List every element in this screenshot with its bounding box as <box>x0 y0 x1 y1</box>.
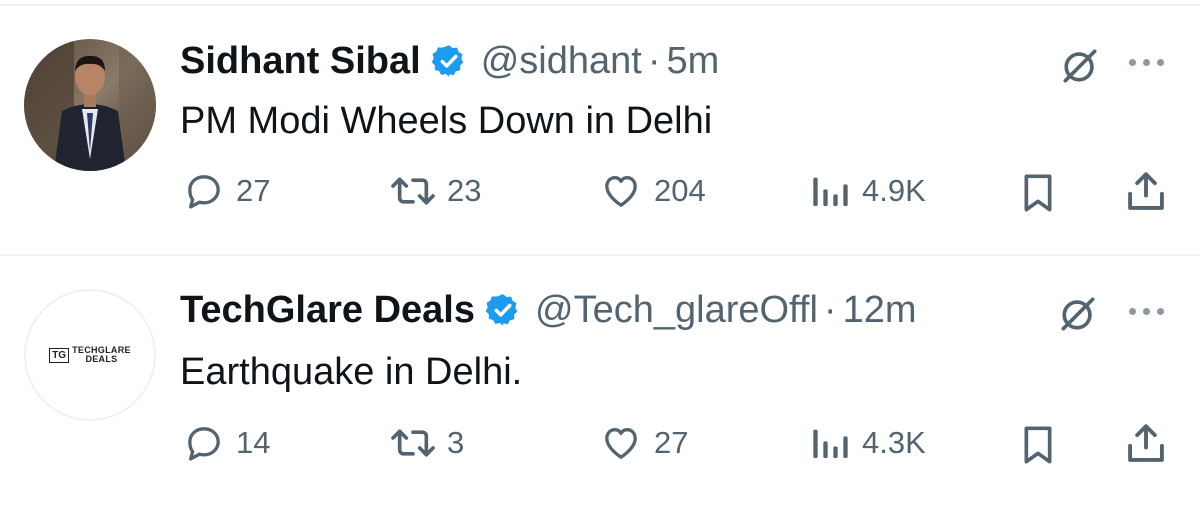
more-icon[interactable] <box>1129 308 1164 315</box>
like-button[interactable]: 204 <box>600 171 706 211</box>
author-name[interactable]: TechGlare Deals <box>180 288 475 332</box>
separator: · <box>647 40 661 82</box>
share-icon <box>1128 172 1164 210</box>
logo-text: TECHGLARE DEALS <box>72 346 131 364</box>
tweet-1[interactable]: Sidhant Sibal @sidhant · 5m PM Modi Whee… <box>0 6 1200 254</box>
tweet-2[interactable]: TG TECHGLARE DEALS TechGlare Deals @Tech… <box>0 256 1200 525</box>
verified-badge-icon[interactable] <box>431 43 467 79</box>
reply-icon <box>188 427 220 461</box>
tweet-header: TechGlare Deals @Tech_glareOffl · 12m <box>180 288 917 332</box>
tweet-header: Sidhant Sibal @sidhant · 5m <box>180 39 719 83</box>
separator: · <box>823 289 837 331</box>
like-button[interactable]: 27 <box>600 423 688 463</box>
repost-count: 3 <box>447 425 465 460</box>
views-count: 4.3K <box>862 425 926 460</box>
avatar[interactable] <box>24 39 156 171</box>
author-handle[interactable]: @sidhant <box>481 39 642 83</box>
avatar[interactable]: TG TECHGLARE DEALS <box>24 289 156 421</box>
views-icon <box>813 177 848 206</box>
bookmark-icon <box>1024 174 1052 212</box>
reply-button[interactable]: 27 <box>184 171 270 211</box>
repost-button[interactable]: 23 <box>385 171 481 211</box>
views-icon <box>813 429 848 458</box>
repost-count: 23 <box>447 173 482 208</box>
grok-icon[interactable] <box>1058 44 1102 93</box>
like-icon <box>605 428 637 459</box>
logo-mark: TG <box>49 347 70 363</box>
timestamp[interactable]: 12m <box>843 288 917 332</box>
more-icon[interactable] <box>1129 59 1164 66</box>
bookmark-button[interactable] <box>1018 423 1058 467</box>
like-count: 27 <box>654 425 689 460</box>
grok-icon[interactable] <box>1056 292 1100 341</box>
like-count: 204 <box>654 173 706 208</box>
bookmark-button[interactable] <box>1018 171 1058 215</box>
reply-icon <box>188 175 220 209</box>
author-handle[interactable]: @Tech_glareOffl <box>535 288 818 332</box>
views-count: 4.9K <box>862 173 926 208</box>
reply-count: 27 <box>236 173 271 208</box>
reply-button[interactable]: 14 <box>184 423 270 463</box>
logo-text-line-2: DEALS <box>85 354 118 364</box>
verified-badge-icon[interactable] <box>485 292 521 328</box>
bookmark-icon <box>1024 426 1052 464</box>
repost-button[interactable]: 3 <box>385 423 464 463</box>
tweet-text: PM Modi Wheels Down in Delhi <box>180 100 713 142</box>
share-button[interactable] <box>1124 421 1168 467</box>
views-button[interactable]: 4.3K <box>808 423 926 463</box>
views-button[interactable]: 4.9K <box>808 171 926 211</box>
share-button[interactable] <box>1124 169 1168 215</box>
share-icon <box>1128 424 1164 462</box>
author-name[interactable]: Sidhant Sibal <box>180 39 421 83</box>
tweet-text: Earthquake in Delhi. <box>180 351 523 393</box>
repost-icon <box>391 177 435 205</box>
timestamp[interactable]: 5m <box>666 39 719 83</box>
reply-count: 14 <box>236 425 271 460</box>
repost-icon <box>391 429 435 457</box>
like-icon <box>605 176 637 207</box>
